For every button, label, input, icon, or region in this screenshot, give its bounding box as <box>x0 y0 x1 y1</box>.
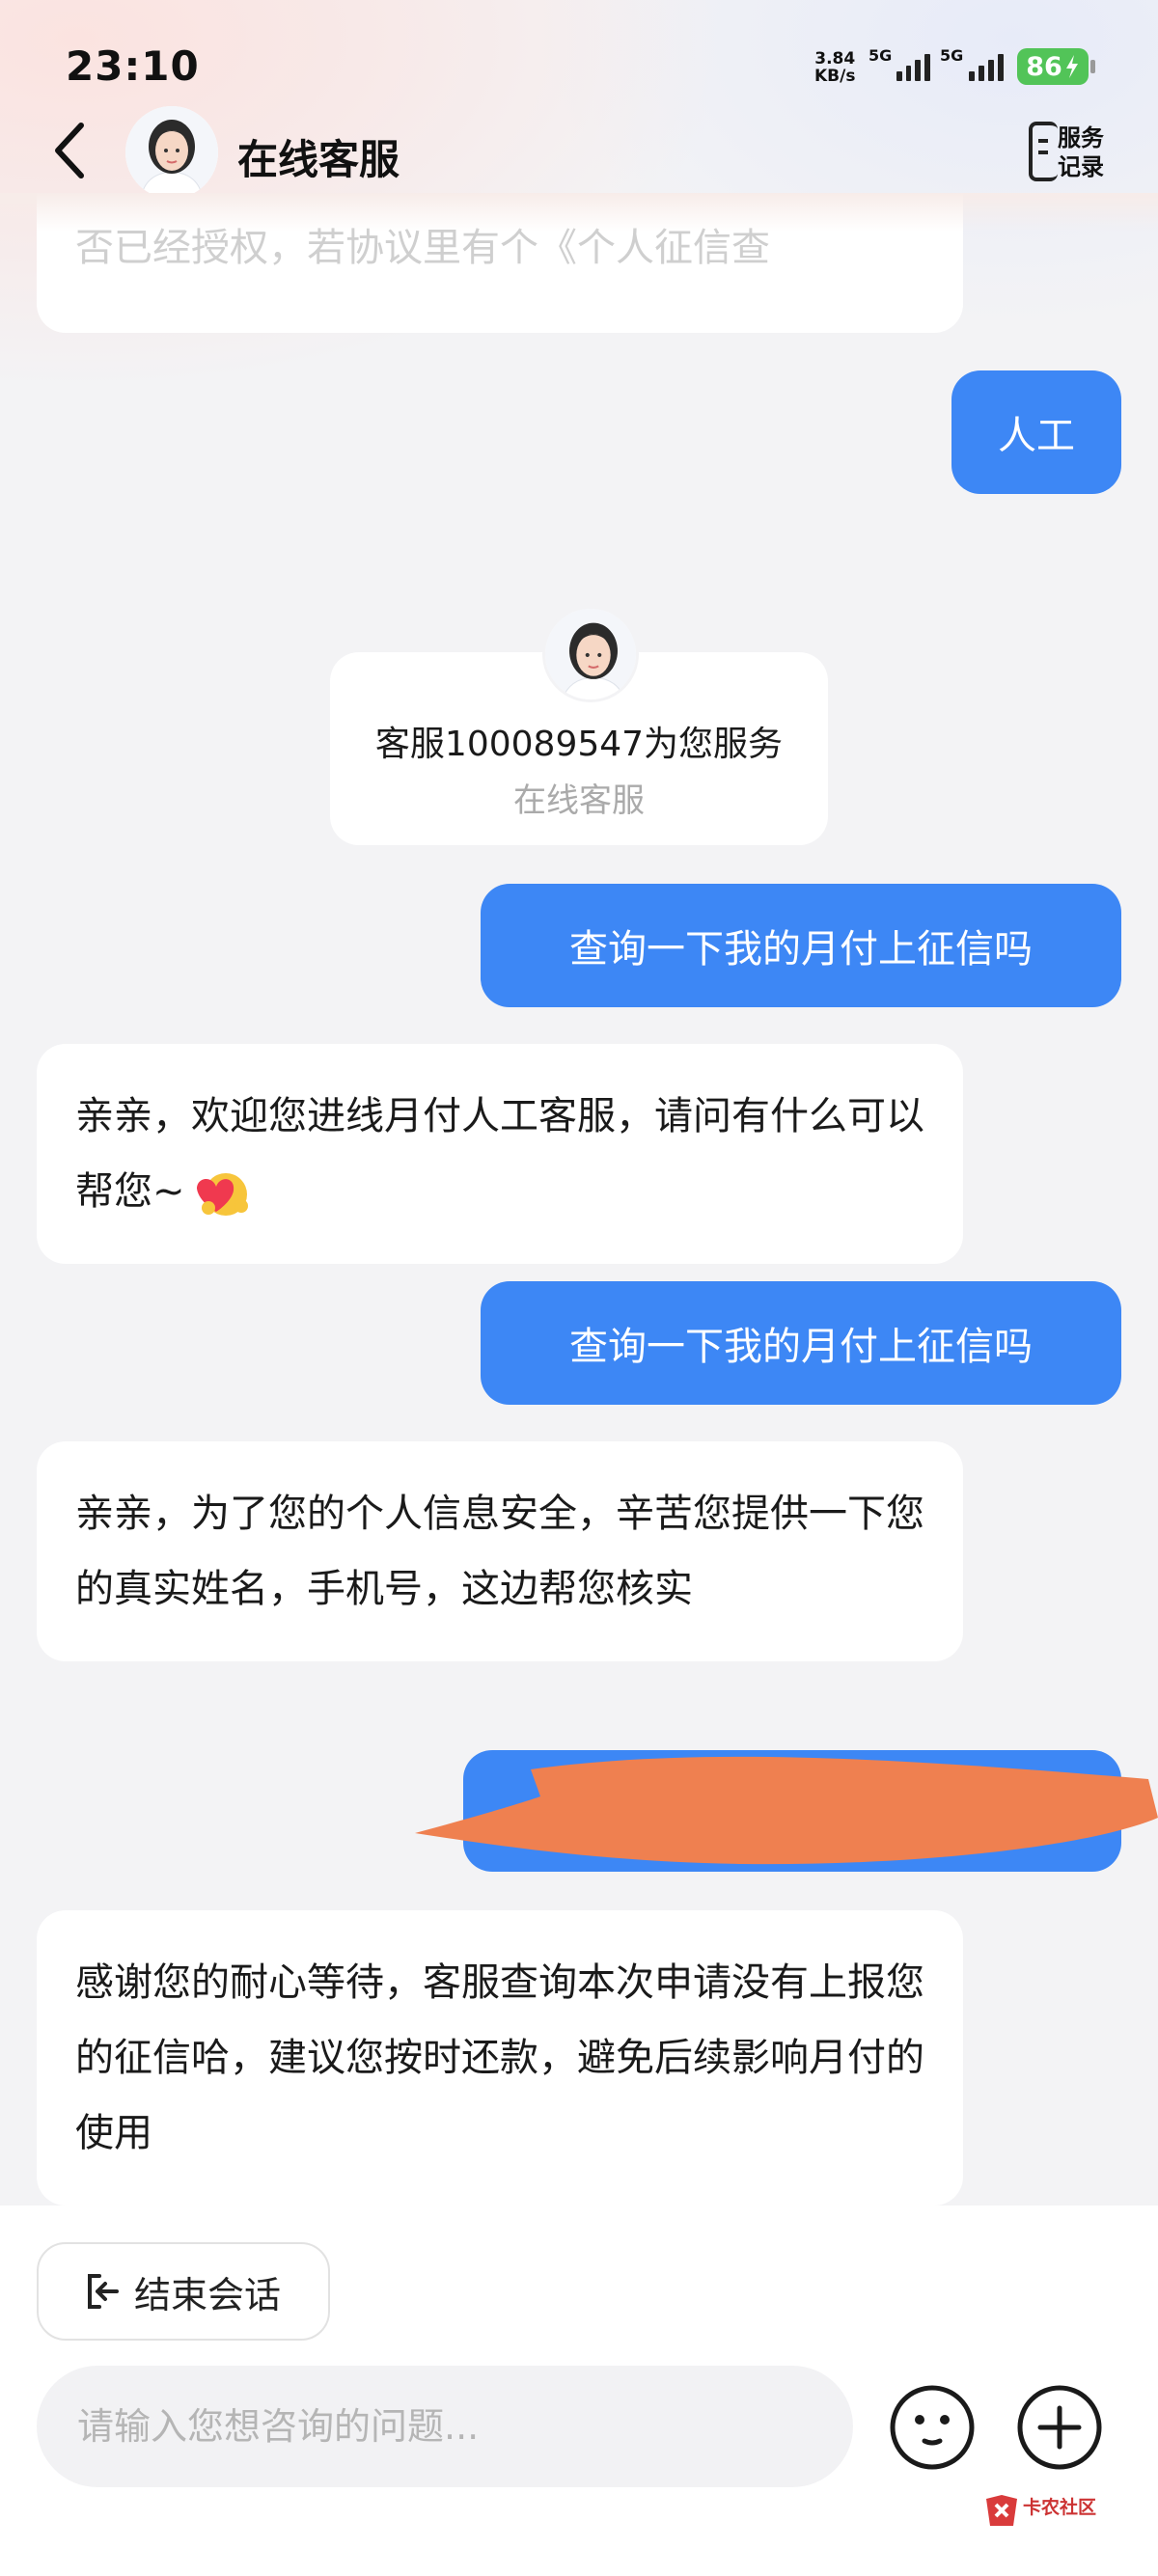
user-message: 查询一下我的月付上征信吗 <box>481 1281 1121 1405</box>
battery-cap <box>1090 60 1095 73</box>
status-bar: 23:10 3.84 KB/s 5G 5G 86 <box>0 0 1158 106</box>
signal-icon: 5G <box>940 46 1007 81</box>
message-input[interactable] <box>37 2366 853 2487</box>
watermark-text: 卡农社区 <box>1023 2497 1097 2518</box>
page-title: 在线客服 <box>237 136 400 183</box>
emoji-button[interactable] <box>888 2383 977 2472</box>
chevron-left-icon <box>55 123 84 178</box>
clock: 23:10 <box>66 42 200 90</box>
end-session-button[interactable]: 结束会话 <box>37 2242 330 2341</box>
redacted-user-message <box>415 1750 1158 1872</box>
agent-avatar <box>542 606 639 702</box>
hug-emoji-icon <box>196 1173 248 1216</box>
user-message: 人工 <box>951 370 1121 494</box>
agent-message: 亲亲，欢迎您进线月付人工客服，请问有什么可以帮您~ <box>37 1044 963 1264</box>
agent-avatar <box>125 106 218 199</box>
service-record-button[interactable]: 服务 记录 <box>1029 118 1110 187</box>
agent-message: 亲亲，为了您的个人信息安全，辛苦您提供一下您的真实姓名，手机号，这边帮您核实 <box>37 1441 963 1661</box>
network-speed: 3.84 KB/s <box>814 49 856 86</box>
redaction-scribble <box>415 1756 1158 1865</box>
user-message: 查询一下我的月付上征信吗 <box>481 884 1121 1007</box>
exit-icon <box>87 2274 119 2309</box>
back-button[interactable] <box>42 114 96 187</box>
battery-icon: 86 <box>1017 48 1089 85</box>
agent-message: 感谢您的耐心等待，客服查询本次申请没有上报您的征信哈，建议您按时还款，避免后续影… <box>37 1910 963 2206</box>
more-button[interactable] <box>1015 2383 1104 2472</box>
smiley-icon <box>890 2385 975 2470</box>
plus-icon <box>1017 2385 1102 2470</box>
signal-icon: 5G <box>868 46 931 81</box>
record-icon <box>1029 122 1058 181</box>
scroll-fade <box>0 193 1158 232</box>
